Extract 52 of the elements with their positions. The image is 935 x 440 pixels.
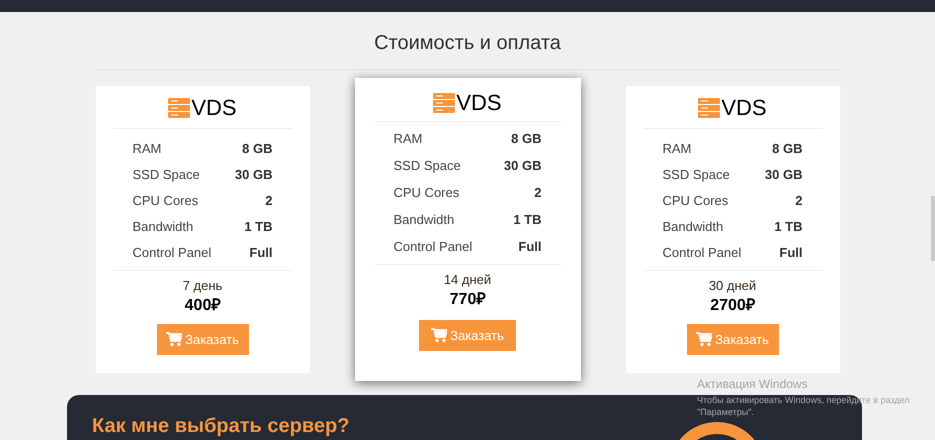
spec-label: CPU Cores [132, 192, 198, 210]
spec-value: 30 GB [234, 166, 272, 184]
spec-label: Bandwidth [394, 211, 454, 229]
server-icon [698, 98, 720, 118]
section-title: Стоимость и оплата [374, 31, 561, 55]
plan-name: VDS [191, 96, 237, 120]
scrollbar-thumb[interactable] [931, 196, 935, 261]
plan-period: 7 день [182, 278, 222, 294]
spec-value: 1 TB [244, 218, 272, 236]
activation-title: Активация Windows [697, 377, 809, 392]
spec-label: CPU Cores [662, 192, 728, 210]
spec-value: Full [249, 244, 272, 262]
plan-price: 400₽ [184, 296, 220, 316]
spec-value: Full [518, 238, 542, 256]
spec-value: Full [779, 244, 802, 262]
spec-value: 8 GB [242, 140, 272, 158]
spec-label: Bandwidth [132, 218, 194, 236]
spec-label: Control Panel [662, 244, 742, 262]
spec-value: 1 TB [513, 211, 542, 229]
spec-label: SSD Space [662, 166, 730, 184]
spec-label: Control Panel [394, 238, 472, 256]
spec-value: 1 TB [774, 218, 802, 236]
spec-label: CPU Cores [394, 184, 460, 202]
spec-value: 2 [265, 192, 272, 210]
plan-price: 2700₽ [710, 296, 755, 316]
spec-label: Control Panel [132, 244, 212, 262]
spec-value: 8 GB [511, 130, 542, 148]
plan-period: 30 дней [708, 278, 756, 294]
cart-icon [431, 328, 448, 343]
spec-label: SSD Space [394, 157, 461, 175]
spec-value: 30 GB [504, 157, 542, 175]
spec-value: 8 GB [772, 140, 802, 158]
plan-period: 14 дней [444, 272, 492, 288]
spec-value: 30 GB [764, 166, 802, 184]
spec-value: 2 [534, 184, 542, 202]
plan-name: VDS [456, 91, 502, 115]
server-icon [168, 98, 190, 118]
spec-label: RAM [132, 140, 162, 158]
spec-value: 2 [795, 192, 802, 210]
cart-icon [696, 332, 712, 347]
banner-title: Как мне выбрать сервер? [92, 415, 350, 438]
order-button[interactable]: Заказать [156, 324, 248, 355]
cart-icon [166, 332, 182, 347]
order-button[interactable]: Заказать [686, 324, 778, 355]
spec-label: RAM [662, 140, 692, 158]
order-button[interactable]: Заказать [419, 320, 516, 351]
server-icon [433, 93, 456, 113]
spec-label: RAM [394, 130, 422, 148]
spec-label: SSD Space [132, 166, 200, 184]
plan-name: VDS [721, 96, 767, 120]
spec-label: Bandwidth [662, 218, 724, 236]
plan-price: 770₽ [450, 290, 486, 310]
